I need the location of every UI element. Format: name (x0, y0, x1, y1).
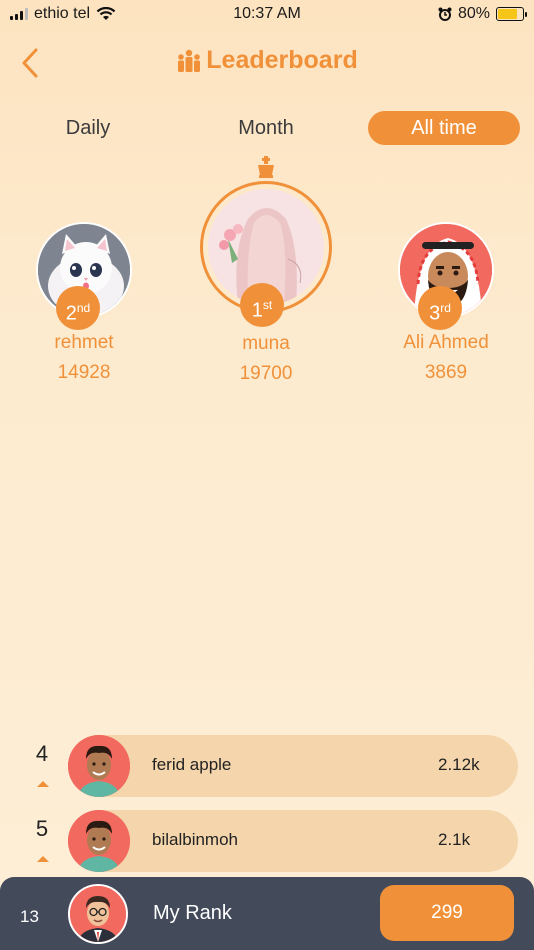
my-rank-score: 299 (380, 885, 514, 941)
rank-suffix: rd (440, 301, 451, 315)
man-glasses-avatar-image (70, 886, 126, 942)
player-score: 19700 (239, 363, 293, 384)
rank-number: 2 (65, 302, 77, 325)
player-score: 3869 (424, 362, 468, 383)
alarm-clock-icon (438, 7, 452, 21)
my-rank-bar[interactable]: 13 My Rank 299 (0, 877, 534, 950)
list-score: 2.1k (438, 830, 471, 849)
battery-icon (496, 7, 527, 21)
list-name: bilalbinmoh (152, 830, 238, 849)
list-item[interactable]: 4 ferid apple 2.12k (0, 735, 534, 797)
list-item[interactable]: 5 bilalbinmoh 2.1k (0, 810, 534, 872)
people-group-icon (178, 49, 201, 72)
crown-icon (258, 156, 274, 178)
podium-third[interactable]: 3rd Ali Ahmed 3869 (376, 222, 516, 384)
player-name: Ali Ahmed (403, 332, 489, 353)
my-avatar (68, 884, 128, 944)
tab-daily[interactable]: Daily (28, 111, 148, 145)
my-rank-number: 13 (20, 907, 39, 926)
player-name: muna (242, 333, 290, 354)
rank-number: 1 (251, 299, 263, 322)
rank-badge: 1st (240, 283, 284, 327)
rank-badge: 3rd (418, 286, 462, 330)
battery-percent: 80% (457, 5, 490, 22)
list-rank: 5 (35, 816, 49, 841)
my-rank-label: My Rank (153, 902, 232, 924)
page-header: Leaderboard (0, 46, 534, 75)
rank-suffix: st (262, 298, 273, 312)
podium-second[interactable]: 2nd rehmet 14928 (20, 222, 148, 384)
rank-up-icon (37, 781, 49, 787)
man-avatar-image (68, 810, 130, 872)
list-score: 2.12k (438, 755, 480, 774)
man-avatar-image (68, 735, 130, 797)
list-name: ferid apple (152, 755, 232, 774)
rank-up-icon (37, 856, 49, 862)
rank-badge: 2nd (56, 286, 100, 330)
avatar (68, 735, 130, 797)
player-score: 14928 (57, 362, 111, 383)
period-tabs: Daily Month All time (0, 111, 534, 145)
rank-number: 3 (429, 302, 441, 325)
tab-month[interactable]: Month (206, 111, 326, 145)
podium-first[interactable]: 1st muna 19700 (196, 155, 336, 385)
status-right: 80% (438, 5, 527, 23)
rank-suffix: nd (76, 301, 91, 315)
player-name: rehmet (54, 332, 114, 353)
page-title: Leaderboard (206, 46, 358, 74)
avatar (68, 810, 130, 872)
list-rank: 4 (35, 741, 49, 766)
tab-all-time[interactable]: All time (368, 111, 520, 145)
status-bar: ethio tel 10:37 AM 80% (0, 0, 534, 28)
